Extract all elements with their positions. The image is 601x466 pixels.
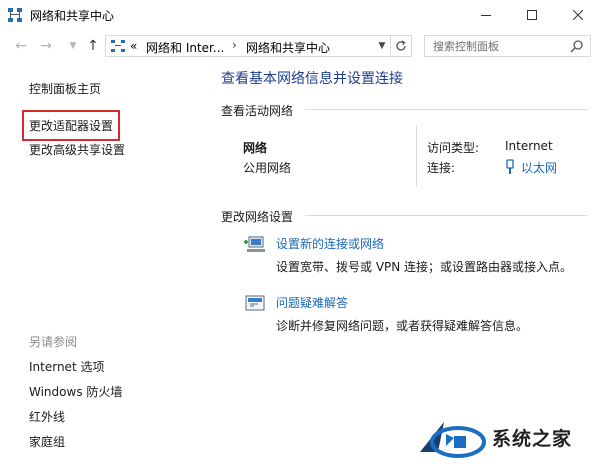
search-box[interactable]: [424, 35, 591, 57]
see-also-homegroup[interactable]: 家庭组: [29, 433, 65, 450]
chevron-down-icon: ▼: [378, 41, 386, 51]
troubleshoot-description: 诊断并修复网络问题，或者获得疑难解答信息。: [276, 319, 529, 333]
network-name: 网络: [243, 141, 268, 155]
breadcrumb-item-network-center[interactable]: 网络和共享中心: [246, 39, 330, 56]
ethernet-icon: [506, 159, 514, 174]
address-dropdown-button[interactable]: ▼: [374, 36, 390, 56]
minimize-icon: [481, 15, 491, 16]
divider: [305, 215, 587, 216]
active-networks-heading: 查看活动网络: [221, 104, 294, 118]
refresh-button[interactable]: [390, 36, 411, 56]
arrow-up-icon: ↑: [87, 38, 99, 54]
window-title: 网络和共享中心: [30, 9, 115, 23]
see-also-internet-options[interactable]: Internet 选项: [29, 358, 104, 375]
setup-new-connection-link[interactable]: 设置新的连接或网络: [276, 235, 384, 252]
see-also-infrared[interactable]: 红外线: [29, 408, 65, 425]
watermark-text: 系统之家: [492, 428, 573, 450]
up-button[interactable]: ↑: [84, 37, 102, 55]
access-type-value: Internet: [505, 139, 553, 153]
recent-locations-button[interactable]: ▼: [64, 37, 82, 55]
title-bar: 网络和共享中心: [0, 0, 601, 30]
troubleshoot-icon: [245, 295, 265, 311]
maximize-button[interactable]: [509, 0, 555, 30]
see-also-heading: 另请参阅: [29, 335, 78, 349]
arrow-right-icon: →: [40, 38, 52, 54]
access-type-label: 访问类型:: [427, 141, 480, 155]
arrow-left-icon: ←: [15, 38, 27, 54]
close-button[interactable]: [555, 0, 601, 30]
divider: [416, 125, 417, 187]
sidebar: 控制面板主页 更改适配器设置 更改高级共享设置 另请参阅 Internet 选项…: [0, 62, 205, 466]
breadcrumb-item-network-internet[interactable]: 网络和 Inter...: [146, 39, 224, 56]
forward-button[interactable]: →: [37, 37, 55, 55]
sidebar-item-change-advanced-sharing[interactable]: 更改高级共享设置: [29, 141, 125, 158]
chevron-down-icon: ▼: [69, 41, 77, 51]
sidebar-item-control-panel-home[interactable]: 控制面板主页: [29, 80, 101, 97]
watermark-logo-icon: [420, 422, 486, 458]
maximize-icon: [527, 10, 537, 20]
divider: [305, 109, 587, 110]
setup-new-connection-description: 设置宽带、拨号或 VPN 连接；或设置路由器或接入点。: [276, 260, 573, 274]
troubleshoot-link[interactable]: 问题疑难解答: [276, 294, 348, 311]
search-input[interactable]: [433, 38, 563, 54]
main-content: 查看基本网络信息并设置连接 查看活动网络 网络 公用网络 访问类型: Inter…: [205, 62, 601, 466]
breadcrumb-separator-icon[interactable]: ›: [232, 38, 237, 52]
change-network-settings-heading: 更改网络设置: [221, 210, 294, 224]
navigation-bar: ← → ▼ ↑ « 网络和 Inter... › 网络和共享中心 ▼: [0, 30, 601, 62]
back-button[interactable]: ←: [12, 37, 30, 55]
network-type-link[interactable]: 公用网络: [243, 159, 291, 176]
connection-label: 连接:: [427, 161, 456, 175]
network-location-icon: [111, 40, 125, 52]
breadcrumb-overflow[interactable]: «: [130, 39, 137, 53]
refresh-icon: [396, 40, 406, 51]
see-also-windows-firewall[interactable]: Windows 防火墙: [29, 383, 122, 400]
connection-ethernet-link[interactable]: 以太网: [521, 159, 557, 176]
new-connection-icon: [244, 236, 265, 252]
network-center-icon: [8, 8, 22, 22]
search-icon: [570, 40, 583, 53]
close-icon: [573, 10, 583, 20]
minimize-button[interactable]: [463, 0, 509, 30]
page-title: 查看基本网络信息并设置连接: [221, 71, 403, 87]
watermark: 系统之家: [408, 408, 601, 466]
address-bar[interactable]: « 网络和 Inter... › 网络和共享中心 ▼: [105, 35, 412, 57]
sidebar-item-change-adapter-settings[interactable]: 更改适配器设置: [21, 110, 121, 141]
